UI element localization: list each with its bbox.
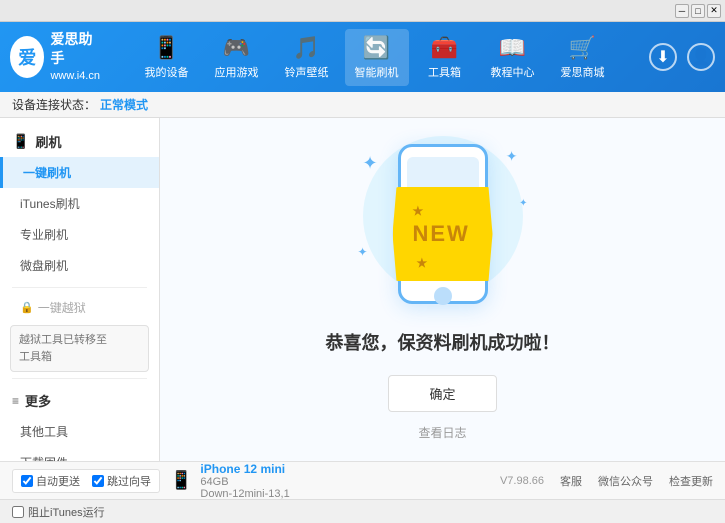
app-container: 爱 爱思助手 www.i4.cn 📱 我的设备 🎮 应用游戏 🎵 铃声壁纸 🔄 [0, 22, 725, 523]
nav-item-apps-games[interactable]: 🎮 应用游戏 [205, 29, 269, 86]
sidebar-divider-2 [12, 378, 147, 379]
nav-item-ringtone[interactable]: 🎵 铃声壁纸 [275, 29, 339, 86]
check-update-link[interactable]: 检查更新 [669, 473, 713, 489]
skip-wizard-input[interactable] [92, 475, 104, 487]
nav-label-tutorial: 教程中心 [491, 64, 535, 80]
info-box-text: 越狱工具已转移至 工具箱 [19, 334, 107, 363]
device-info-area: 📱 iPhone 12 mini 64GB Down-12mini-13,1 [170, 462, 290, 500]
stop-itunes-label: 阻止iTunes运行 [28, 504, 105, 520]
stop-itunes-input[interactable] [12, 506, 24, 518]
customer-service-link[interactable]: 客服 [560, 473, 582, 489]
sidebar-item-jailbreak: 🔒 一键越狱 [0, 294, 159, 321]
nav-label-apple-store: 爱思商城 [561, 64, 605, 80]
nav-label-apps-games: 应用游戏 [215, 64, 259, 80]
ringtone-icon: 🎵 [293, 35, 320, 61]
device-storage: 64GB [200, 476, 289, 488]
main-content: NEW ✦ ✦ ✦ ✦ 恭喜您，保资料刷机成功啦！ 确定 查看日志 [160, 118, 725, 461]
sparkle-4: ✦ [358, 245, 368, 259]
nav-item-smart-flash[interactable]: 🔄 智能刷机 [345, 29, 409, 86]
version-text: V7.98.66 [500, 475, 544, 487]
flash-section-label: 刷机 [35, 132, 61, 151]
smart-flash-icon: 🔄 [363, 35, 390, 61]
more-section-label: 更多 [25, 391, 51, 410]
sparkle-2: ✦ [506, 148, 518, 165]
apple-store-icon: 🛒 [569, 35, 596, 61]
sidebar-item-other-tools[interactable]: 其他工具 [0, 416, 159, 447]
auto-send-checkbox[interactable]: 自动更送 [21, 473, 80, 489]
wechat-official-link[interactable]: 微信公众号 [598, 473, 653, 489]
nav-item-toolbox[interactable]: 🧰 工具箱 [415, 29, 475, 86]
close-button[interactable]: ✕ [707, 4, 721, 18]
nav-item-apple-store[interactable]: 🛒 爱思商城 [551, 29, 615, 86]
sidebar-item-itunes-flash[interactable]: iTunes刷机 [0, 188, 159, 219]
maximize-button[interactable]: □ [691, 4, 705, 18]
stop-itunes-bar: 阻止iTunes运行 [0, 499, 725, 523]
skip-wizard-label: 跳过向导 [107, 473, 151, 489]
sidebar-divider-1 [12, 287, 147, 288]
nav-item-my-device[interactable]: 📱 我的设备 [135, 29, 199, 86]
minimize-button[interactable]: ─ [675, 4, 689, 18]
sidebar-item-micro-flash[interactable]: 微盘刷机 [0, 250, 159, 281]
stop-itunes-checkbox[interactable]: 阻止iTunes运行 [12, 504, 105, 520]
device-model: Down-12mini-13,1 [200, 488, 289, 500]
sparkle-1: ✦ [363, 153, 378, 174]
title-bar: ─ □ ✕ [0, 0, 725, 22]
sidebar-info-box: 越狱工具已转移至 工具箱 [10, 325, 149, 372]
checkbox-group: 自动更送 跳过向导 [12, 469, 160, 493]
sidebar: 📱 刷机 一键刷机 iTunes刷机 专业刷机 微盘刷机 🔒 一键越狱 越狱工具… [0, 118, 160, 461]
sidebar-item-one-key-flash[interactable]: 一键刷机 [0, 157, 159, 188]
app-name: 爱思助手 [50, 30, 100, 69]
nav-right: ⬇ 👤 [649, 43, 715, 71]
lock-icon: 🔒 [20, 301, 34, 314]
device-icon: 📱 [170, 470, 192, 491]
confirm-button[interactable]: 确定 [388, 375, 496, 412]
auto-send-label: 自动更送 [36, 473, 80, 489]
success-text: 恭喜您，保资料刷机成功啦！ [326, 329, 560, 355]
phone-home-button [434, 287, 452, 305]
new-ribbon: NEW [393, 187, 493, 281]
download-button[interactable]: ⬇ [649, 43, 677, 71]
status-value: 正常模式 [100, 96, 148, 113]
logo-circle: 爱 [10, 36, 44, 78]
status-bar: 设备连接状态： 正常模式 [0, 92, 725, 118]
nav-label-my-device: 我的设备 [145, 64, 189, 80]
success-illustration: NEW ✦ ✦ ✦ ✦ [343, 138, 543, 309]
sparkle-3: ✦ [519, 198, 527, 209]
account-button[interactable]: 👤 [687, 43, 715, 71]
bottom-bar: 自动更送 跳过向导 📱 iPhone 12 mini 64GB Down-12m… [0, 461, 725, 499]
sidebar-section-more: ≡ 更多 [0, 385, 159, 416]
nav-label-smart-flash: 智能刷机 [355, 64, 399, 80]
auto-send-input[interactable] [21, 475, 33, 487]
sidebar-item-download-firmware[interactable]: 下载固件 [0, 447, 159, 461]
jailbreak-label: 一键越狱 [38, 299, 86, 316]
bottom-left: 自动更送 跳过向导 📱 iPhone 12 mini 64GB Down-12m… [12, 462, 290, 500]
nav-label-toolbox: 工具箱 [428, 64, 461, 80]
logo-icon: 爱 [18, 44, 36, 70]
nav-items: 📱 我的设备 🎮 应用游戏 🎵 铃声壁纸 🔄 智能刷机 🧰 工具箱 📖 [100, 29, 649, 86]
toolbox-icon: 🧰 [431, 35, 458, 61]
nav-label-ringtone: 铃声壁纸 [285, 64, 329, 80]
new-label: NEW [413, 221, 470, 246]
flash-section-icon: 📱 [12, 133, 29, 150]
skip-wizard-checkbox[interactable]: 跳过向导 [92, 473, 151, 489]
device-info: iPhone 12 mini 64GB Down-12mini-13,1 [200, 462, 289, 500]
logo-text: 爱思助手 www.i4.cn [50, 30, 100, 85]
nav-item-tutorial[interactable]: 📖 教程中心 [481, 29, 545, 86]
apps-games-icon: 🎮 [223, 35, 250, 61]
device-name: iPhone 12 mini [200, 462, 289, 476]
more-icon: ≡ [12, 394, 19, 408]
bottom-right: V7.98.66 客服 微信公众号 检查更新 [500, 473, 713, 489]
logo-area: 爱 爱思助手 www.i4.cn [10, 30, 100, 85]
view-log-link[interactable]: 查看日志 [418, 424, 466, 441]
sidebar-item-pro-flash[interactable]: 专业刷机 [0, 219, 159, 250]
tutorial-icon: 📖 [499, 35, 526, 61]
top-nav: 爱 爱思助手 www.i4.cn 📱 我的设备 🎮 应用游戏 🎵 铃声壁纸 🔄 [0, 22, 725, 92]
content-area: 📱 刷机 一键刷机 iTunes刷机 专业刷机 微盘刷机 🔒 一键越狱 越狱工具… [0, 118, 725, 461]
my-device-icon: 📱 [153, 35, 180, 61]
sidebar-section-flash: 📱 刷机 [0, 126, 159, 157]
status-label: 设备连接状态： [12, 96, 96, 113]
app-url: www.i4.cn [50, 69, 100, 84]
